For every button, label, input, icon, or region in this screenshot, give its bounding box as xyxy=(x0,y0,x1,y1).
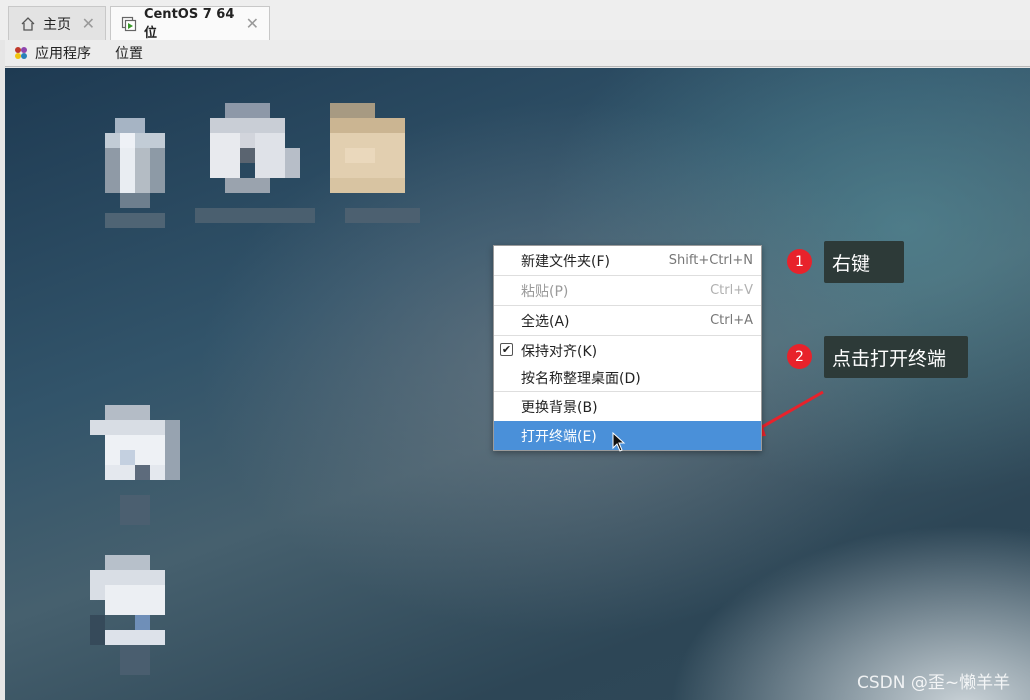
menu-item-new-folder[interactable]: 新建文件夹(F) Shift+Ctrl+N xyxy=(494,246,761,275)
menu-item-change-background[interactable]: 更换背景(B) xyxy=(494,392,761,421)
blurred-desktop-icon[interactable] xyxy=(105,118,165,228)
menu-item-open-terminal[interactable]: 打开终端(E) xyxy=(494,421,761,452)
menu-item-label: 打开终端(E) xyxy=(521,428,597,445)
annotation-badge-1: 1 xyxy=(787,249,812,274)
applications-icon xyxy=(13,45,29,61)
menu-item-label: 保持对齐(K) xyxy=(521,343,598,360)
menu-item-paste: 粘贴(P) Ctrl+V xyxy=(494,276,761,305)
mouse-cursor-icon xyxy=(612,432,626,452)
menu-item-label: 按名称整理桌面(D) xyxy=(521,371,641,387)
applications-menu[interactable]: 应用程序 xyxy=(13,43,91,63)
tab-home[interactable]: 主页 ✕ xyxy=(8,6,106,40)
annotation-badge-2: 2 xyxy=(787,344,812,369)
menu-item-shortcut: Ctrl+V xyxy=(710,283,753,298)
menu-item-label: 新建文件夹(F) xyxy=(521,253,610,270)
places-menu[interactable]: 位置 xyxy=(115,43,143,63)
menu-item-select-all[interactable]: 全选(A) Ctrl+A xyxy=(494,306,761,335)
menu-item-label: 更换背景(B) xyxy=(521,399,598,416)
close-icon[interactable]: ✕ xyxy=(82,14,95,33)
vm-play-icon xyxy=(121,15,138,33)
blurred-desktop-icon[interactable] xyxy=(195,103,315,228)
home-icon xyxy=(19,15,37,33)
applications-label: 应用程序 xyxy=(35,46,91,62)
blurred-file-icon[interactable] xyxy=(90,555,180,675)
tab-bar: 主页 ✕ CentOS 7 64 位 ✕ xyxy=(0,0,1030,41)
menu-item-arrange-by-name[interactable]: 按名称整理桌面(D) xyxy=(494,365,761,391)
menu-item-label: 粘贴(P) xyxy=(521,283,569,300)
menu-item-keep-aligned[interactable]: ✔ 保持对齐(K) xyxy=(494,336,761,365)
tab-vm[interactable]: CentOS 7 64 位 ✕ xyxy=(110,6,270,41)
desktop-context-menu: 新建文件夹(F) Shift+Ctrl+N 粘贴(P) Ctrl+V 全选(A)… xyxy=(493,245,762,452)
close-icon[interactable]: ✕ xyxy=(246,14,259,33)
menu-item-shortcut: Ctrl+A xyxy=(710,313,753,328)
menu-item-shortcut: Shift+Ctrl+N xyxy=(668,253,753,268)
annotation-callout-1: 右键 xyxy=(824,241,904,283)
annotation-callout-2: 点击打开终端 xyxy=(824,336,968,378)
blurred-file-icon[interactable] xyxy=(90,405,180,525)
menu-item-label: 全选(A) xyxy=(521,313,570,330)
tab-home-label: 主页 xyxy=(43,16,71,33)
gnome-top-bar: 应用程序 位置 xyxy=(5,40,1030,67)
tab-vm-label: CentOS 7 64 位 xyxy=(143,6,235,41)
blurred-folder-icon[interactable] xyxy=(315,103,425,228)
checkbox-checked-icon[interactable]: ✔ xyxy=(500,343,513,356)
watermark: CSDN @歪~懒羊羊 xyxy=(857,673,1011,693)
